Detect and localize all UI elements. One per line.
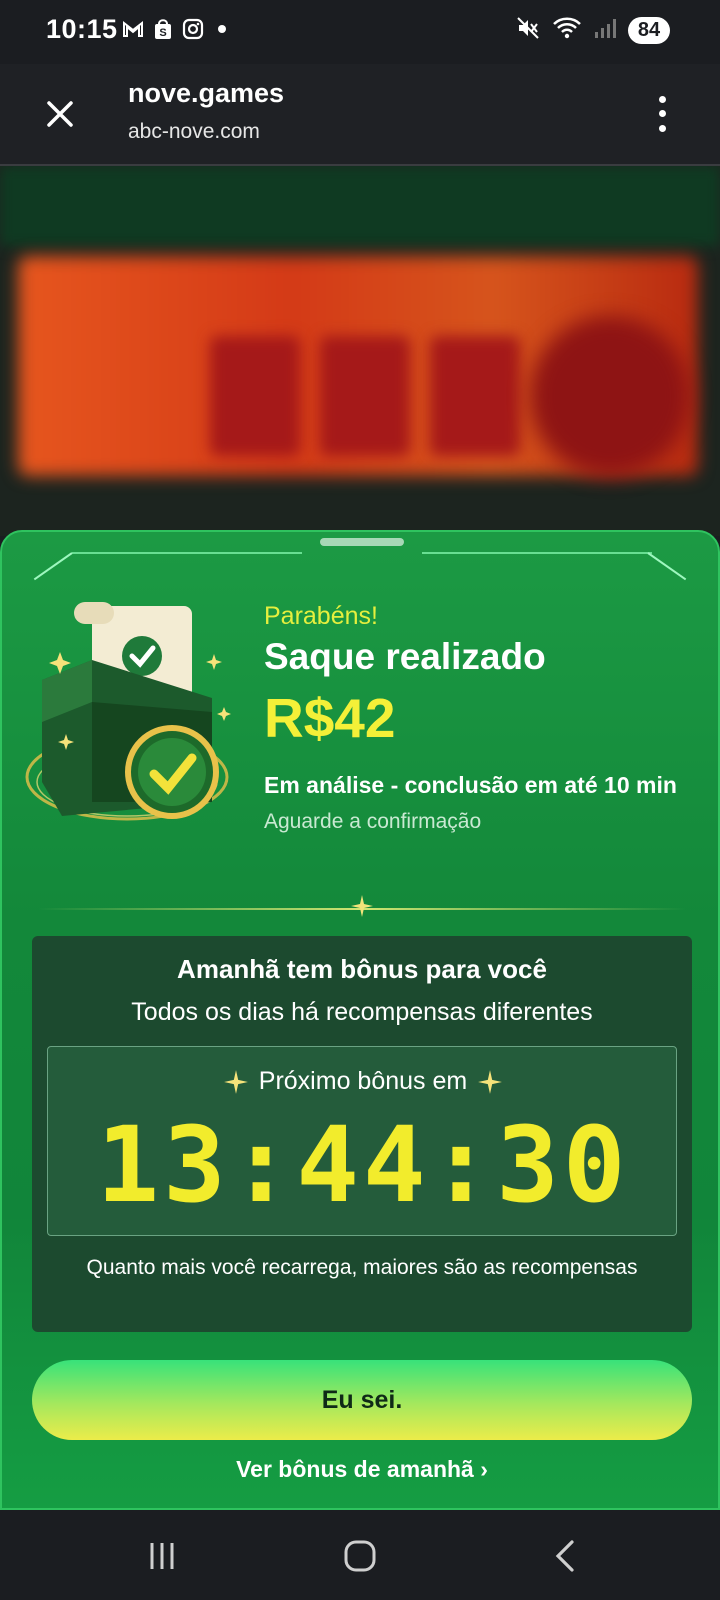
site-url: abc-nove.com xyxy=(128,120,260,143)
blurred-card xyxy=(430,336,520,456)
browser-toolbar: nove.games abc-nove.com xyxy=(0,64,720,166)
instagram-icon xyxy=(182,18,204,40)
gmail-icon xyxy=(122,18,144,40)
sheet-title: Saque realizado xyxy=(264,636,546,677)
system-icons: 84 xyxy=(516,16,670,45)
acknowledge-button[interactable]: Eu sei. xyxy=(32,1360,692,1440)
blurred-card xyxy=(320,336,410,456)
sparkle-icon xyxy=(478,1069,503,1094)
countdown-label: Próximo bônus em xyxy=(258,1067,468,1095)
sparkle-icon xyxy=(351,895,373,917)
chevron-right-icon: › xyxy=(480,1456,488,1482)
site-title: nove.games xyxy=(128,78,285,108)
bonus-title: Amanhã tem bônus para você xyxy=(177,954,547,984)
analysis-status: Em análise - conclusão em até 10 min xyxy=(264,772,677,798)
blurred-card xyxy=(210,336,300,456)
frame-line xyxy=(422,552,652,554)
withdrawal-success-sheet: Parabéns! Saque realizado R$42 Em anális… xyxy=(0,530,720,1510)
blurred-background-page xyxy=(0,166,720,536)
close-button[interactable] xyxy=(38,92,82,136)
bonus-panel: Amanhã tem bônus para você Todos os dias… xyxy=(32,936,692,1332)
close-icon xyxy=(47,101,73,127)
wifi-icon xyxy=(552,16,582,45)
countdown-timer: 13:44:30 xyxy=(96,1104,630,1226)
status-bar: 10:15 S 84 xyxy=(0,0,720,64)
kebab-dot-icon xyxy=(658,110,666,118)
back-icon xyxy=(555,1540,574,1572)
confirmation-hint: Aguarde a confirmação xyxy=(264,810,482,833)
notification-icons: S xyxy=(122,18,226,40)
signal-icon xyxy=(594,17,616,44)
bonus-subtitle: Todos os dias há recompensas diferentes xyxy=(131,998,593,1026)
receipt-wallet-illustration xyxy=(22,602,242,842)
view-tomorrow-bonus-link[interactable]: Ver bônus de amanhã › xyxy=(2,1456,718,1483)
recent-apps-icon xyxy=(150,1543,174,1569)
mute-icon xyxy=(516,16,540,45)
status-time: 10:15 xyxy=(46,14,118,44)
link-label: Ver bônus de amanhã xyxy=(236,1456,474,1482)
bonus-note: Quanto mais você recarrega, maiores são … xyxy=(86,1256,638,1279)
blurred-header xyxy=(0,166,720,246)
more-options-button[interactable] xyxy=(648,92,676,136)
svg-text:S: S xyxy=(159,27,166,39)
recent-apps-button[interactable] xyxy=(140,1534,184,1578)
back-button[interactable] xyxy=(544,1534,588,1578)
congrats-text: Parabéns! xyxy=(264,602,378,630)
sparkle-icon xyxy=(223,1069,248,1094)
home-button[interactable] xyxy=(338,1534,382,1578)
frame-corner xyxy=(33,552,73,581)
system-navigation-bar xyxy=(0,1510,720,1600)
countdown-label-row: Próximo bônus em xyxy=(48,1067,678,1096)
frame-line xyxy=(72,552,302,554)
sheet-drag-handle[interactable] xyxy=(320,538,404,546)
withdrawal-amount: R$42 xyxy=(264,687,396,749)
kebab-dot-icon xyxy=(658,95,666,103)
kebab-dot-icon xyxy=(658,125,666,133)
battery-indicator: 84 xyxy=(628,17,670,44)
blurred-decoration xyxy=(530,316,690,476)
frame-corner xyxy=(647,552,687,581)
notification-dot-icon xyxy=(218,25,226,33)
shopping-bag-icon: S xyxy=(152,18,174,40)
home-icon xyxy=(344,1540,376,1572)
countdown-panel: Próximo bônus em 13:44:30 xyxy=(47,1046,677,1236)
